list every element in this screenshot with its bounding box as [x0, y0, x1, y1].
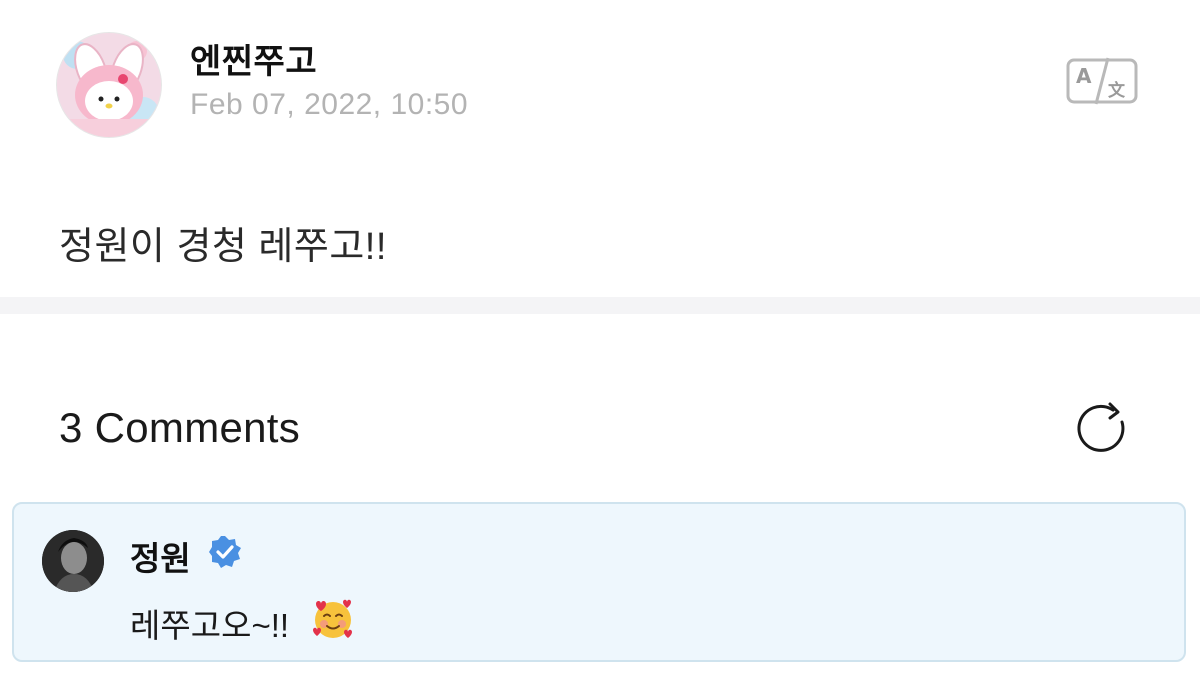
post-timestamp: Feb 07, 2022, 10:50	[190, 88, 469, 121]
comment-author-avatar[interactable]	[42, 530, 104, 592]
post-page: 엔찐쭈고 Feb 07, 2022, 10:50 A 文 정원이 경청 레쭈고!…	[0, 0, 1200, 695]
comment-author-name[interactable]: 정원	[130, 532, 191, 580]
comment-item[interactable]: 정원 레쭈고오~!!	[12, 502, 1186, 662]
smiling-face-with-hearts-icon	[310, 596, 356, 642]
svg-text:文: 文	[1108, 80, 1126, 101]
post-author-name[interactable]: 엔찐쭈고	[190, 34, 317, 83]
translate-icon: A 文	[1066, 57, 1138, 105]
comment-text: 레쭈고오~!!	[130, 607, 290, 644]
translate-button[interactable]: A 文	[1066, 56, 1138, 106]
section-divider	[0, 297, 1200, 314]
post-body-text: 정원이 경청 레쭈고!!	[59, 226, 387, 268]
refresh-icon	[1077, 402, 1125, 452]
svg-text:A: A	[1076, 64, 1092, 88]
comments-count-heading: 3 Comments	[59, 404, 301, 451]
verified-badge-icon	[207, 534, 243, 570]
user-photo-avatar-icon	[42, 530, 104, 592]
author-avatar[interactable]	[57, 33, 161, 137]
my-melody-avatar-icon	[57, 33, 161, 137]
refresh-comments-button[interactable]	[1070, 400, 1134, 456]
